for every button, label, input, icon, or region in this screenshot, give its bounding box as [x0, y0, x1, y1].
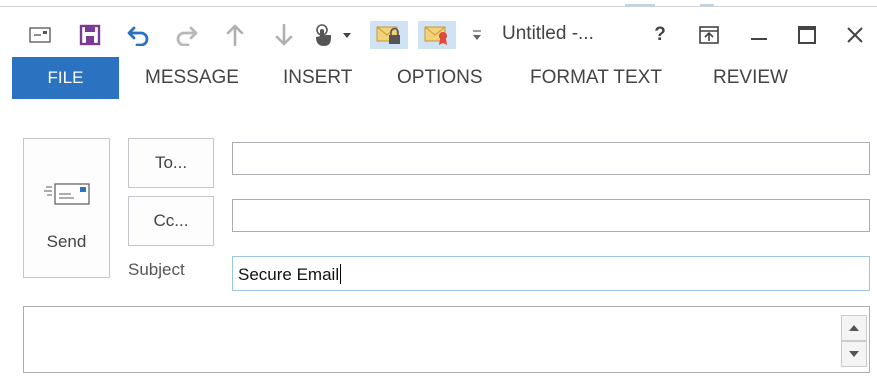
scroll-down-icon[interactable]	[841, 341, 867, 367]
encrypt-icon[interactable]	[370, 21, 408, 49]
background-mark	[625, 4, 655, 6]
send-email-icon	[44, 181, 92, 214]
email-icon[interactable]	[22, 21, 58, 49]
background-mark	[700, 4, 714, 6]
send-button[interactable]: Send	[23, 138, 110, 278]
ribbon-display-options-icon[interactable]	[692, 21, 726, 49]
cc-button[interactable]: Cc...	[128, 196, 214, 246]
subject-text: Secure Email	[238, 265, 340, 284]
window-title: Untitled -...	[502, 23, 594, 44]
down-arrow-icon[interactable]	[268, 21, 300, 49]
scrollbar[interactable]	[841, 311, 867, 369]
tab-review[interactable]: REVIEW	[713, 57, 788, 99]
tab-insert[interactable]: INSERT	[283, 57, 352, 99]
minimize-icon[interactable]	[742, 21, 776, 49]
cc-field[interactable]	[232, 199, 870, 232]
tab-message[interactable]: MESSAGE	[145, 57, 239, 99]
window-border	[0, 6, 877, 7]
scroll-up-icon[interactable]	[841, 315, 867, 341]
touch-mode-icon[interactable]	[308, 21, 356, 49]
to-button[interactable]: To...	[128, 138, 214, 188]
send-label: Send	[46, 232, 87, 251]
message-body[interactable]	[23, 306, 870, 373]
text-caret	[340, 264, 342, 284]
save-icon[interactable]	[72, 21, 108, 49]
undo-icon[interactable]	[121, 21, 157, 49]
subject-label: Subject	[128, 260, 185, 279]
tab-file[interactable]: FILE	[12, 57, 119, 99]
close-icon[interactable]	[838, 21, 872, 49]
to-field[interactable]	[232, 142, 870, 175]
subject-field[interactable]: Secure Email	[232, 256, 870, 291]
tab-format-text[interactable]: FORMAT TEXT	[530, 57, 662, 99]
tab-options[interactable]: OPTIONS	[397, 57, 483, 99]
maximize-icon[interactable]	[790, 21, 824, 49]
ribbon-tabs: FILE MESSAGE INSERT OPTIONS FORMAT TEXT …	[0, 57, 877, 99]
customize-icon[interactable]	[466, 21, 488, 49]
up-arrow-icon[interactable]	[219, 21, 251, 49]
digital-sign-icon[interactable]	[418, 21, 456, 49]
help-button[interactable]: ?	[643, 21, 677, 49]
redo-icon[interactable]	[168, 21, 204, 49]
